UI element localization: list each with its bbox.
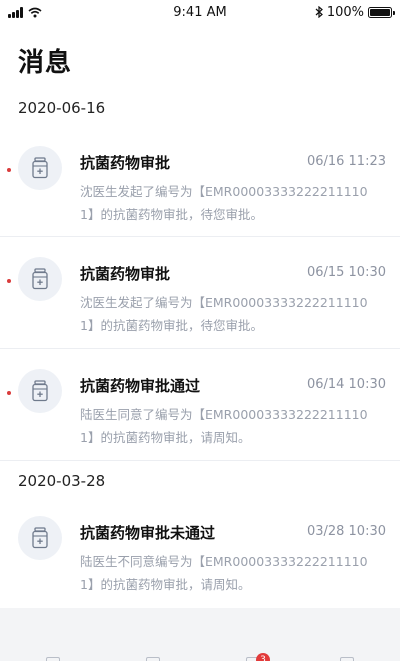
message-avatar bbox=[18, 369, 62, 413]
message-time: 06/14 10:30 bbox=[306, 377, 386, 392]
message-item[interactable]: 抗菌药物审批 06/15 10:30 沈医生发起了编号为【EMR00003333… bbox=[0, 237, 400, 349]
status-right: 100% bbox=[272, 4, 395, 20]
medicine-bottle-icon bbox=[32, 157, 48, 179]
message-title: 抗菌药物审批 bbox=[80, 154, 171, 172]
divider bbox=[0, 460, 400, 461]
wifi-icon bbox=[28, 7, 42, 17]
message-time: 06/15 10:30 bbox=[306, 265, 386, 280]
medicine-bottle-icon bbox=[32, 527, 48, 549]
bluetooth-icon bbox=[315, 6, 323, 18]
message-time: 03/28 10:30 bbox=[306, 524, 386, 539]
tab-icon[interactable] bbox=[146, 657, 160, 661]
unread-dot bbox=[7, 168, 11, 172]
unread-dot bbox=[7, 279, 11, 283]
message-title: 抗菌药物审批 bbox=[80, 265, 171, 283]
battery-icon bbox=[368, 6, 395, 18]
page-title: 消息 bbox=[18, 48, 73, 78]
status-left bbox=[8, 6, 128, 18]
medicine-bottle-icon bbox=[32, 268, 48, 290]
message-avatar bbox=[18, 257, 62, 301]
date-group-label: 2020-06-16 bbox=[18, 99, 106, 117]
message-time: 06/16 11:23 bbox=[306, 154, 386, 169]
medicine-bottle-icon bbox=[32, 380, 48, 402]
message-description: 陆医生不同意编号为【EMR000033332222111101】的抗菌药物审批，… bbox=[80, 554, 368, 592]
message-avatar bbox=[18, 146, 62, 190]
tab-icon[interactable] bbox=[340, 657, 354, 661]
signal-icon bbox=[8, 6, 23, 18]
message-title: 抗菌药物审批通过 bbox=[80, 377, 201, 395]
notification-badge: 3 bbox=[256, 653, 270, 661]
message-title: 抗菌药物审批未通过 bbox=[80, 524, 216, 542]
battery-percent: 100% bbox=[326, 4, 364, 20]
unread-dot bbox=[7, 391, 11, 395]
message-description: 沈医生发起了编号为【EMR000033332222111101】的抗菌药物审批，… bbox=[80, 295, 368, 333]
messages-screen: 9:41 AM 100% 消息 2020-06-16 抗菌药物审批 06/16 … bbox=[0, 0, 400, 661]
date-group-label: 2020-03-28 bbox=[18, 472, 106, 490]
status-time: 9:41 AM bbox=[173, 4, 227, 20]
message-item[interactable]: 抗菌药物审批 06/16 11:23 沈医生发起了编号为【EMR00003333… bbox=[0, 126, 400, 238]
message-item[interactable]: 抗菌药物审批未通过 03/28 10:30 陆医生不同意编号为【EMR00003… bbox=[0, 496, 400, 608]
message-avatar bbox=[18, 516, 62, 560]
message-item[interactable]: 抗菌药物审批通过 06/14 10:30 陆医生同意了编号为【EMR000033… bbox=[0, 349, 400, 461]
message-description: 陆医生同意了编号为【EMR000033332222111101】的抗菌药物审批，… bbox=[80, 407, 368, 445]
message-description: 沈医生发起了编号为【EMR000033332222111101】的抗菌药物审批，… bbox=[80, 184, 368, 222]
bottom-tab-bar-area bbox=[0, 608, 400, 661]
tab-icon[interactable] bbox=[46, 657, 60, 661]
status-bar: 9:41 AM 100% bbox=[0, 0, 400, 24]
